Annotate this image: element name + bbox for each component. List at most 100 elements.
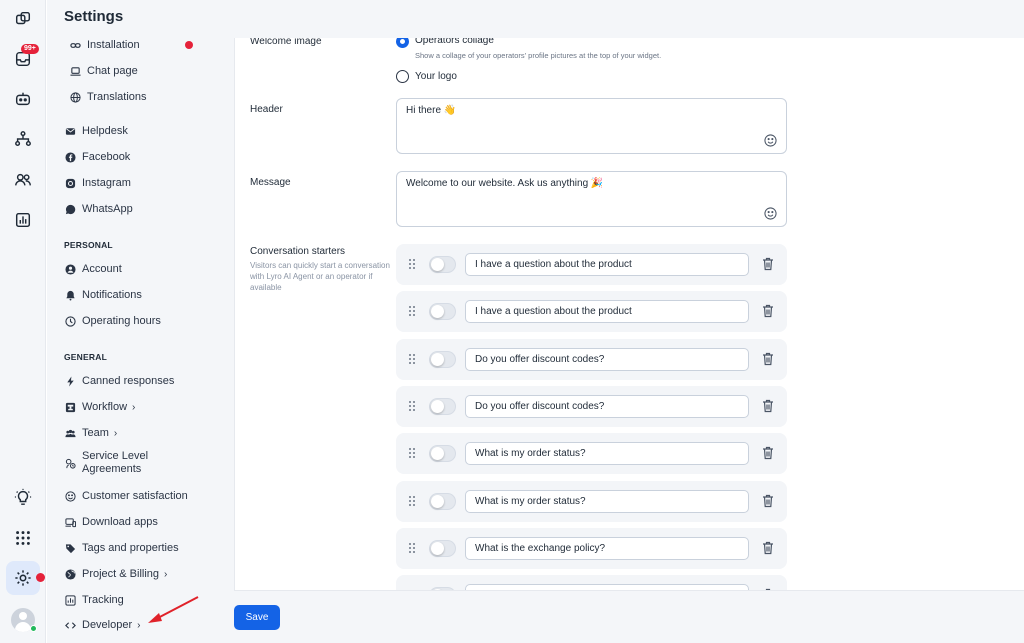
starter-text-input[interactable]: I have a question about the product — [465, 300, 749, 324]
globe-icon — [69, 91, 81, 103]
sidebar-item-workflow[interactable]: Workflow › — [64, 399, 135, 415]
welcome-image-label: Welcome image — [250, 38, 322, 47]
starter-toggle[interactable] — [429, 539, 456, 557]
analytics-icon[interactable] — [13, 210, 33, 230]
sidebar-item-service-level-agreements[interactable]: Service Level Agreements — [64, 450, 148, 478]
conversation-starter-row: I have a question about the product — [396, 291, 787, 333]
radio-your-logo[interactable] — [396, 70, 409, 83]
radio-operators-collage-help: Show a collage of your operators' profil… — [415, 51, 662, 60]
starter-toggle[interactable] — [429, 256, 456, 273]
sidebar-item-translations[interactable]: Translations — [69, 89, 147, 105]
radio-operators-collage[interactable] — [396, 38, 409, 48]
sidebar-item-team[interactable]: Team › — [64, 425, 117, 441]
sidebar-item-notifications[interactable]: Notifications — [64, 287, 142, 303]
sidebar-item-operating-hours[interactable]: Operating hours — [64, 313, 161, 329]
starter-text-input[interactable]: Do you offer discount codes? — [465, 347, 749, 371]
starter-toggle[interactable] — [429, 397, 456, 415]
drag-handle-icon[interactable] — [408, 495, 416, 507]
starter-text-input[interactable]: What is my order status? — [465, 442, 749, 466]
message-input[interactable]: Welcome to our website. Ask us anything … — [396, 171, 787, 227]
bot-icon[interactable] — [13, 89, 33, 109]
contacts-icon[interactable] — [13, 170, 33, 190]
sidebar-item-customer-satisfaction[interactable]: Customer satisfaction — [64, 488, 188, 504]
starter-text-input[interactable]: What is the exchange policy? — [465, 536, 749, 560]
conversation-starter-row: What is the exchange policy? — [396, 527, 787, 569]
sidebar-item-facebook[interactable]: Facebook — [64, 149, 130, 165]
starter-text-input[interactable]: Do you offer discount codes? — [465, 394, 749, 418]
emoji-picker-icon[interactable] — [764, 134, 777, 147]
starter-text-input[interactable]: What is my order status? — [465, 489, 749, 513]
sla-icon — [64, 457, 76, 469]
chevron-right-icon: › — [132, 401, 136, 413]
header-input[interactable]: Hi there 👋 — [396, 98, 787, 154]
trash-icon[interactable] — [762, 446, 774, 460]
save-button[interactable]: Save — [234, 605, 280, 630]
team-icon — [64, 427, 76, 439]
sidebar-item-label: Developer — [82, 619, 133, 631]
drag-handle-icon[interactable] — [408, 589, 416, 591]
section-heading-personal: PERSONAL — [64, 240, 113, 250]
drag-handle-icon[interactable] — [408, 400, 416, 412]
bell-icon — [64, 289, 76, 301]
drag-handle-icon[interactable] — [408, 305, 416, 317]
starter-text-input[interactable]: I have a question about the product — [465, 253, 749, 276]
drag-handle-icon[interactable] — [408, 447, 416, 459]
trash-icon[interactable] — [762, 352, 774, 366]
settings-gear-icon[interactable] — [13, 568, 33, 588]
trash-icon[interactable] — [762, 541, 774, 555]
conversation-starter-row: Do you offer discount codes? — [396, 385, 787, 427]
inbox-count-badge: 99+ — [21, 44, 39, 54]
sidebar-item-developer[interactable]: Developer › — [64, 617, 140, 633]
sidebar-item-download-apps[interactable]: Download apps — [64, 514, 158, 530]
sidebar-item-label: Download apps — [82, 516, 158, 528]
message-label: Message — [250, 177, 291, 188]
sidebar-item-label: Tags and properties — [82, 542, 179, 554]
sidebar-item-tags-and-properties[interactable]: Tags and properties — [64, 540, 179, 556]
sidebar-item-chat-page[interactable]: Chat page — [69, 63, 138, 79]
sidebar-item-whatsapp[interactable]: WhatsApp — [64, 201, 133, 217]
conversation-starter-row — [396, 575, 787, 591]
sidebar-item-label: Customer satisfaction — [82, 490, 188, 502]
code-icon — [64, 619, 76, 631]
link-icon — [69, 39, 81, 51]
flows-icon[interactable] — [13, 129, 33, 149]
projects-icon[interactable] — [13, 9, 33, 29]
starter-toggle[interactable] — [429, 445, 456, 463]
trash-icon[interactable] — [762, 399, 774, 413]
main-content: Welcome image Operators collage Show a c… — [214, 38, 1024, 643]
sidebar-item-instagram[interactable]: Instagram — [64, 175, 131, 191]
sidebar-item-project-billing[interactable]: Project & Billing › — [64, 566, 167, 582]
sidebar-item-canned-responses[interactable]: Canned responses — [64, 373, 174, 389]
trash-icon[interactable] — [762, 304, 774, 318]
sidebar-item-tracking[interactable]: Tracking — [64, 592, 124, 608]
conversation-starter-row: What is my order status? — [396, 433, 787, 475]
sidebar-item-label: Canned responses — [82, 375, 175, 387]
sidebar-item-installation[interactable]: Installation — [69, 37, 140, 53]
drag-handle-icon[interactable] — [408, 258, 416, 270]
starter-toggle[interactable] — [429, 492, 456, 510]
sidebar-item-label: Workflow — [82, 401, 128, 413]
settings-sidebar: Settings Installation Chat page Translat… — [47, 0, 214, 643]
trash-icon[interactable] — [762, 257, 774, 271]
chart-icon — [64, 594, 76, 606]
lightning-icon — [64, 375, 76, 387]
starter-toggle[interactable] — [429, 587, 456, 590]
drag-handle-icon[interactable] — [408, 353, 416, 365]
settings-alert-dot — [36, 573, 45, 582]
emoji-picker-icon[interactable] — [764, 207, 777, 220]
top-bar — [214, 0, 1024, 38]
header-input-value: Hi there 👋 — [406, 105, 457, 116]
starter-toggle[interactable] — [429, 303, 456, 321]
sidebar-item-label: Installation — [87, 39, 140, 51]
toggle-knob — [431, 352, 444, 366]
drag-handle-icon[interactable] — [408, 542, 416, 554]
sidebar-item-account[interactable]: Account — [64, 261, 122, 277]
apps-grid-icon[interactable] — [13, 528, 33, 548]
lightbulb-icon[interactable] — [13, 487, 33, 507]
starter-text-input[interactable] — [465, 584, 749, 590]
starter-toggle[interactable] — [429, 350, 456, 368]
trash-icon[interactable] — [762, 494, 774, 508]
sidebar-item-helpdesk[interactable]: Helpdesk — [64, 123, 128, 139]
trash-icon[interactable] — [762, 588, 774, 591]
chevron-right-icon: › — [113, 427, 118, 439]
